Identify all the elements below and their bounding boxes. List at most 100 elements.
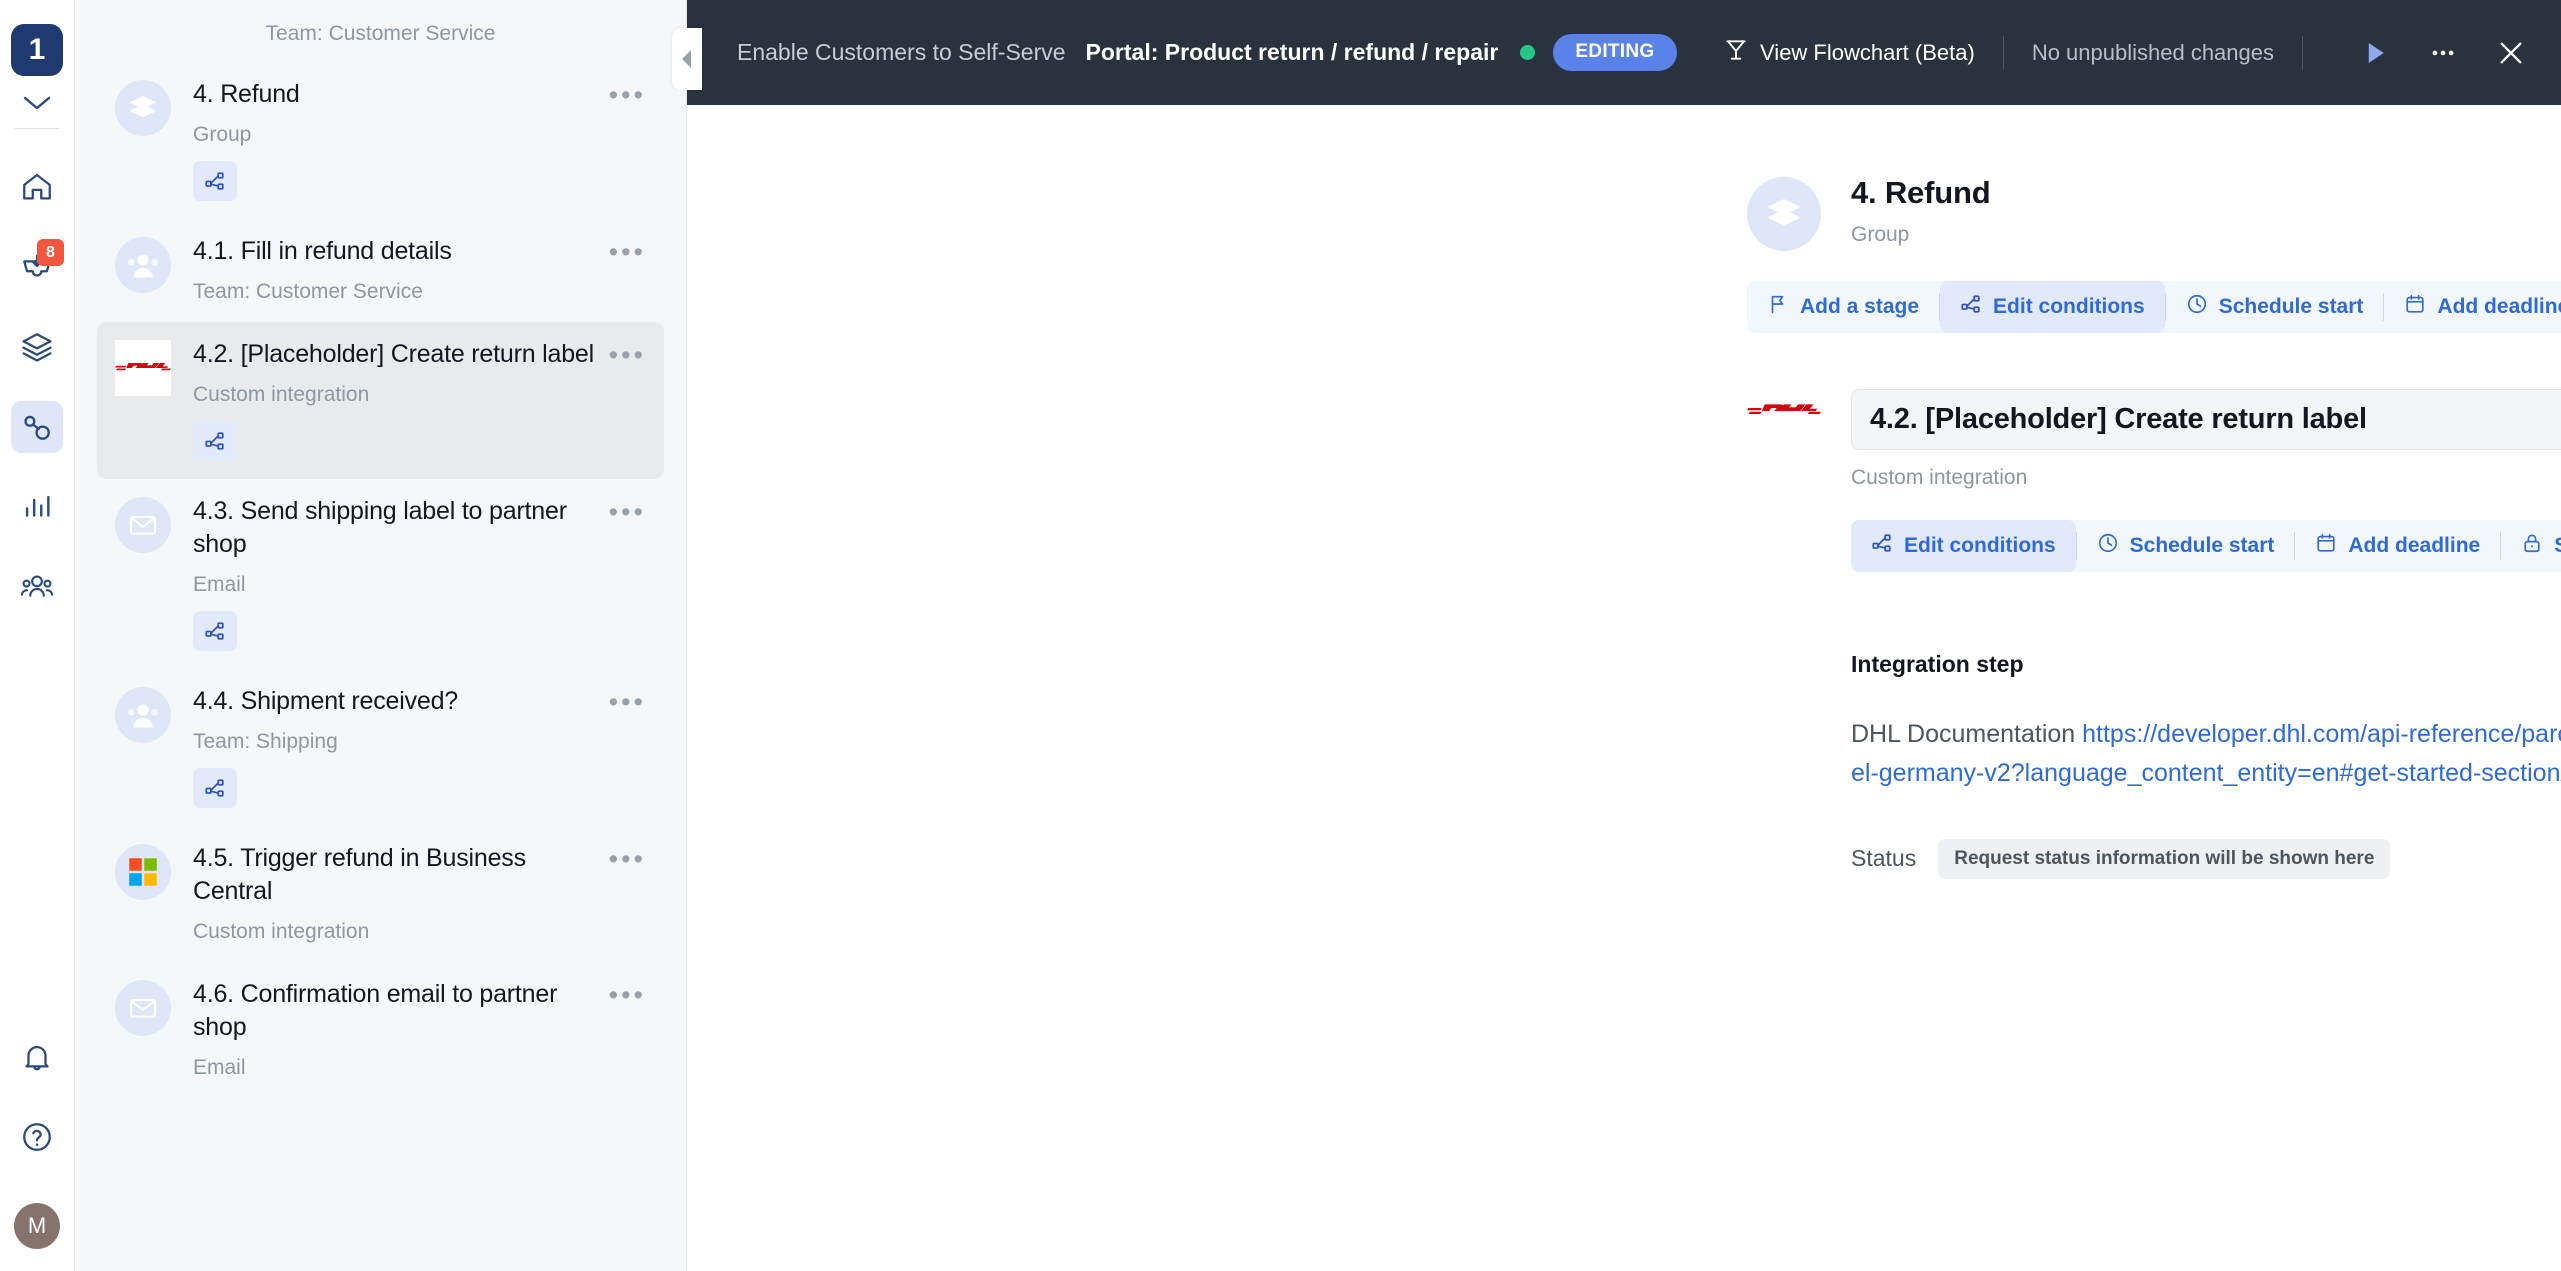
conditions-icon [1871,532,1893,560]
help-icon[interactable] [11,1111,63,1163]
schedule-start-button[interactable]: Schedule start [2166,281,2384,333]
list-item-overflow-menu[interactable]: ••• [599,842,650,873]
list-item-overflow-menu[interactable]: ••• [599,78,650,109]
stage-toolbar: Edit conditions Schedule start Add deadl… [1851,520,2561,572]
status-label: Status [1851,845,1917,871]
integration-doc-line: DHL Documentation https://developer.dhl.… [1851,715,2561,793]
add-deadline-button[interactable]: Add deadline [2295,520,2500,572]
list-item-overflow-menu[interactable]: ••• [599,685,650,716]
list-item-subtitle: Team: Shipping [193,730,338,753]
rail-bottom-group: M [11,1017,63,1271]
stage-title-input[interactable] [1851,389,2561,450]
conditions-icon[interactable] [193,161,237,201]
sidebar-item-inbox[interactable]: 8 [11,239,64,293]
sidebar-item-people[interactable] [11,561,63,613]
list-item-body: 4.6. Confirmation email to partner shop … [193,978,599,1080]
status-value-pill: Request status information will be shown… [1938,838,2391,879]
detail-inner: 4. Refund Group ••• Add a stage [1747,175,2561,879]
list-item-title: 4. Refund [193,80,300,108]
edit-conditions-button[interactable]: Edit conditions [1851,520,2076,572]
list-item-subtitle: Group [193,123,252,146]
sidebar-item-home[interactable] [11,161,63,213]
people-avatar-icon [115,237,171,293]
inbox-badge-count: 8 [37,239,64,266]
view-flowchart-label: View Flowchart (Beta) [1760,39,1975,65]
add-a-stage-button[interactable]: Add a stage [1747,281,1939,333]
conditions-icon[interactable] [193,611,237,651]
list-item-subtitle: Email [193,573,246,596]
topbar-divider [2302,35,2303,70]
schedule-start-label: Schedule start [2129,534,2275,557]
people-avatar-icon [115,687,171,743]
add-a-stage-label: Add a stage [1800,295,1920,318]
stage-list-panel: Team: Customer Service 4. Refund Group •… [75,0,687,1271]
status-dot-icon [1520,45,1536,60]
app-logo[interactable]: 1 [11,24,63,76]
list-item-selected[interactable]: 4.2. [Placeholder] Create return label C… [97,322,664,479]
edit-conditions-label: Edit conditions [1993,295,2145,318]
flag-icon [1767,293,1789,321]
list-item-overflow-menu[interactable]: ••• [599,495,650,526]
list-item-title: 4.2. [Placeholder] Create return label [193,340,594,368]
edit-conditions-button[interactable]: Edit conditions [1940,281,2165,333]
bell-icon[interactable] [11,1031,63,1083]
stage-subtitle: Custom integration [1851,466,2028,489]
avatar[interactable]: M [14,1203,60,1249]
stage-detail-block: ••• Custom integration [1747,389,2561,572]
sidebar-item-analytics[interactable] [11,481,63,533]
more-icon[interactable] [2419,29,2467,77]
envelope-icon [115,980,171,1036]
sidebar-item-layers[interactable] [11,321,63,373]
status-badge: EDITING [1553,34,1677,71]
group-toolbar: Add a stage Edit conditions Schedule sta… [1747,281,2561,333]
list-item[interactable]: 4.3. Send shipping label to partner shop… [97,479,664,669]
breadcrumb[interactable]: Enable Customers to Self-Serve [737,39,1066,66]
play-icon[interactable] [2351,29,2399,77]
collapse-left-icon[interactable] [672,28,702,90]
clock-icon [2186,293,2208,321]
add-deadline-button[interactable]: Add deadline [2384,281,2561,333]
app-root: 1 8 M Team: Customer Service 4. Refund G… [0,0,2561,1271]
set-visibility-button[interactable]: Set visibility [2501,520,2561,572]
clock-icon [2097,532,2119,560]
stage-main: ••• Custom integration [1851,389,2561,490]
conditions-icon[interactable] [193,768,237,808]
microsoft-logo [115,844,171,900]
sidebar-item-workflow[interactable] [11,401,63,453]
calendar-icon [2404,293,2426,321]
list-item-title: 4.6. Confirmation email to partner shop [193,980,558,1041]
list-item[interactable]: 4.5. Trigger refund in Business Central … [97,826,664,962]
page-title: Portal: Product return / refund / repair [1085,39,1499,65]
group-text: 4. Refund Group [1851,175,2561,247]
stage-title-row: ••• [1851,389,2561,450]
group-title: 4. Refund [1851,175,1991,210]
list-item[interactable]: 4. Refund Group ••• [97,62,664,219]
list-item[interactable]: 4.4. Shipment received? Team: Shipping •… [97,669,664,826]
list-item-body: 4.3. Send shipping label to partner shop… [193,495,599,651]
list-item-title: 4.3. Send shipping label to partner shop [193,497,567,558]
list-item-overflow-menu[interactable]: ••• [599,978,650,1009]
close-icon[interactable] [2487,29,2535,77]
stage-header: ••• Custom integration [1747,389,2561,490]
lock-icon [2521,532,2543,560]
list-item[interactable]: 4.1. Fill in refund details Team: Custom… [97,219,664,322]
schedule-start-button[interactable]: Schedule start [2077,520,2295,572]
list-item-body: 4.4. Shipment received? Team: Shipping [193,685,599,808]
integration-step-heading: Integration step [1851,651,2024,677]
add-deadline-label: Add deadline [2348,534,2481,557]
integration-doc-prefix: DHL Documentation [1851,720,2083,748]
list-item-body: 4. Refund Group [193,78,599,201]
list-item-title: 4.1. Fill in refund details [193,237,452,265]
list-item[interactable]: 4.6. Confirmation email to partner shop … [97,962,664,1098]
list-item-title: 4.5. Trigger refund in Business Central [193,844,526,905]
list-item-title: 4.4. Shipment received? [193,687,459,715]
flowchart-icon [1723,37,1749,69]
list-item-overflow-menu[interactable]: ••• [599,235,650,266]
conditions-icon[interactable] [193,421,237,461]
group-header: 4. Refund Group ••• [1747,175,2561,251]
rail-expand-chevron-icon[interactable] [17,86,57,120]
top-bar: Enable Customers to Self-Serve Portal: P… [687,0,2561,105]
view-flowchart-button[interactable]: View Flowchart (Beta) [1723,37,1975,69]
global-nav-rail: 1 8 M [0,0,75,1271]
list-item-overflow-menu[interactable]: ••• [599,338,650,369]
